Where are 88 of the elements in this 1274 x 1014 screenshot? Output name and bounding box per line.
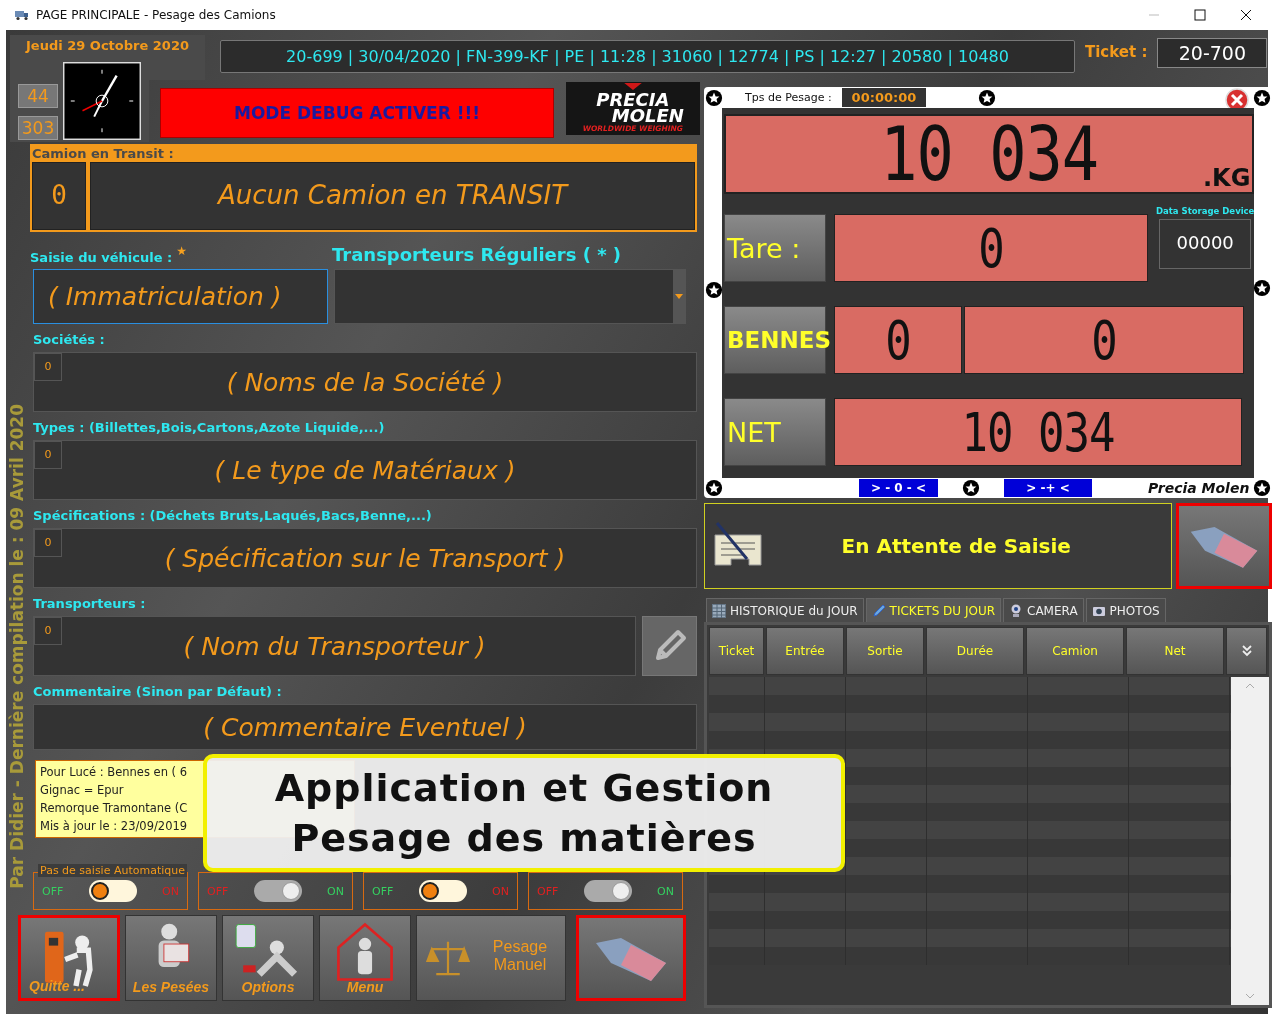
edit-button[interactable] (642, 616, 697, 676)
grid-icon (712, 603, 726, 618)
timer-label: Tps de Pesage : (745, 91, 832, 104)
on-label: ON (162, 884, 179, 898)
date-text: Jeudi 29 Octobre 2020 (26, 38, 189, 53)
field-label: Types : (Billettes,Bois,Cartons,Azote Liquide,...) (33, 420, 386, 436)
toggle-switch[interactable] (418, 880, 467, 902)
off-label: OFF (537, 884, 559, 898)
regular-carriers-label: Transporteurs Réguliers ( * ) (332, 244, 622, 265)
tare-display: 0 (834, 214, 1148, 282)
toggle-switch[interactable] (583, 880, 632, 902)
column-header[interactable]: Net (1126, 627, 1224, 675)
weight-value: 10 034 (880, 110, 1099, 198)
note-line: Mis à jour le : 23/09/2019 (40, 818, 189, 835)
clear-button[interactable] (576, 915, 686, 1001)
vehicle-label: Saisie du véhicule : (30, 250, 173, 265)
window-title: PAGE PRINCIPALE - Pesage des Camions (36, 8, 276, 22)
note-line: Remorque Tramontane (C (40, 800, 189, 817)
required-mark: ★ (176, 244, 187, 258)
webcam-icon (1009, 603, 1023, 618)
column-header[interactable]: Ticket (709, 627, 764, 675)
field-label: Transporteurs : (33, 596, 147, 612)
brand-text: Precia Molen (1147, 480, 1250, 497)
column-header[interactable]: Camion (1026, 627, 1124, 675)
zero-button[interactable]: > - 0 - < (859, 479, 938, 498)
weighings-button[interactable]: Les Pesées (125, 915, 217, 1001)
clock-icon (63, 62, 141, 140)
count-badge: 0 (34, 529, 62, 557)
bin-display: 0 (834, 306, 962, 374)
expand-button[interactable] (1226, 627, 1268, 675)
tab[interactable]: PHOTOS (1085, 598, 1166, 622)
off-label: OFF (207, 884, 229, 898)
options-button[interactable]: Options (222, 915, 314, 1001)
storage-label: Data Storage Device (1156, 206, 1255, 216)
maximize-icon[interactable] (1194, 9, 1206, 21)
count-badge: 0 (34, 353, 62, 381)
note-line: Pour Lucé : Bennes en ( 6 (40, 764, 189, 781)
off-label: OFF (42, 884, 64, 898)
callout-text: Application et Gestion (274, 766, 774, 810)
tab[interactable]: CAMERA (1003, 598, 1084, 622)
comment-label: Commentaire (Sinon par Défaut) : (33, 684, 283, 700)
transit-label: Camion en Transit : (32, 145, 175, 162)
timer-display: 00:00:00 (841, 88, 927, 107)
on-label: ON (657, 884, 674, 898)
tab[interactable]: TICKETS DU JOUR (865, 598, 1001, 622)
field-label: Spécifications : (Déchets Bruts,Laqués,Bacs,Benne,...) (33, 508, 433, 524)
transit-count: 0 (32, 162, 86, 230)
menu-button[interactable]: Menu (319, 915, 411, 1001)
ticket-number: 20-700 (1157, 38, 1268, 68)
toggle-group-label: Pas de saisie Automatique (38, 864, 188, 877)
ticket-label: Ticket : (1085, 43, 1148, 61)
field-label: Sociétés : (33, 332, 106, 348)
compilation-caption: Par Didier - Dernière compilation le : 09 Avril 2020 (7, 404, 27, 889)
tab[interactable]: HISTORIQUE du JOUR (706, 598, 864, 622)
double-chevron-icon (1241, 645, 1252, 657)
off-label: OFF (372, 884, 394, 898)
comment-field[interactable]: ( Commentaire Eventuel ) (33, 704, 697, 750)
caret-icon (675, 294, 683, 299)
plate-input[interactable]: ( Immatriculation ) (33, 269, 328, 324)
column-header[interactable]: Sortie (846, 627, 924, 675)
status-message: En Attente de Saisie (840, 534, 1072, 558)
tare-zero-button[interactable]: > -+ < (1004, 479, 1092, 498)
weight-unit: .KG (1202, 164, 1251, 192)
tare-button[interactable]: Tare : (724, 214, 826, 282)
on-label: ON (492, 884, 509, 898)
truck-icon (14, 9, 30, 21)
column-header[interactable]: Durée (926, 627, 1024, 675)
ticker-display: 20-699 | 30/04/2020 | FN-399-KF | PE | 11:28 | 31060 | 12774 | PS | 12:27 | 20580 | 10480 (220, 40, 1075, 73)
quit-button[interactable]: Quitte ... (18, 915, 120, 1001)
column-header[interactable]: Entrée (766, 627, 844, 675)
clear-button[interactable] (1176, 503, 1273, 589)
counter-display: 44 (18, 84, 58, 108)
close-icon[interactable] (1240, 9, 1252, 21)
count-badge: 0 (34, 441, 62, 469)
callout-text: Pesage des matières (291, 816, 757, 860)
on-label: ON (327, 884, 344, 898)
storage-display: 00000 (1159, 219, 1252, 269)
transit-message: Aucun Camion en TRANSIT (90, 162, 695, 230)
debug-banner: MODE DEBUG ACTIVER !!! (160, 88, 554, 138)
net-display: 10 034 (834, 398, 1242, 466)
pencil-icon (871, 603, 886, 618)
manual-weighing-button[interactable]: Pesage Manuel (416, 915, 566, 1001)
counter-display: 303 (18, 116, 58, 140)
toggle-switch[interactable] (253, 880, 302, 902)
net-button[interactable]: NET (724, 398, 826, 466)
toggle-switch[interactable] (88, 880, 137, 902)
count-badge: 0 (34, 617, 62, 645)
bin-display: 0 (964, 306, 1244, 374)
